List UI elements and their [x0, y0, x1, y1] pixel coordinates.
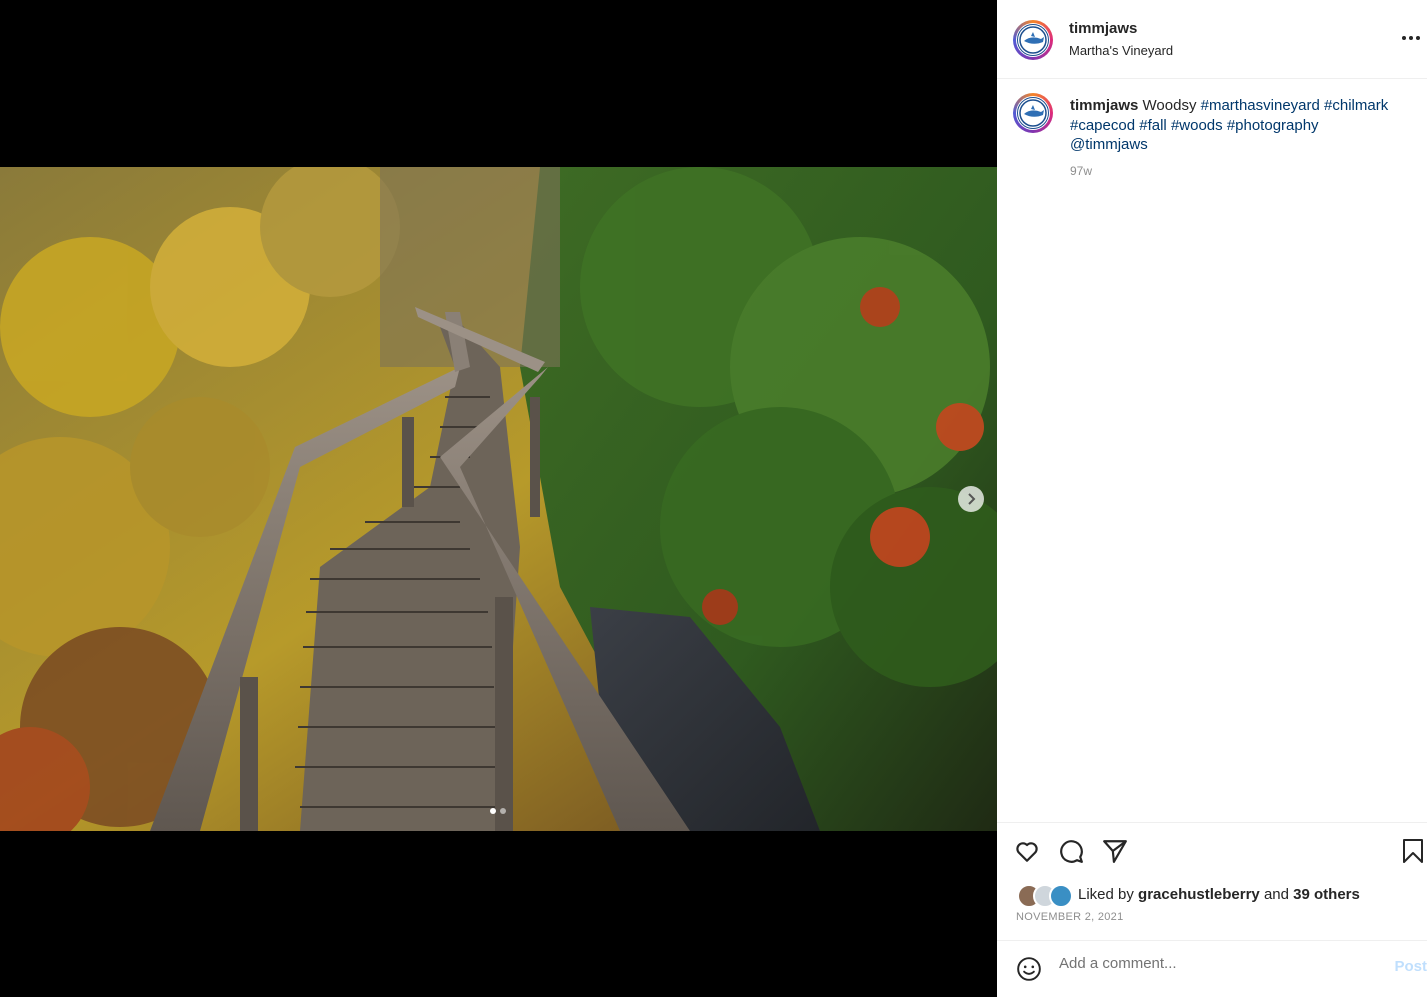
likes-connector: and — [1263, 886, 1289, 903]
post-header: timmjaws Martha's Vineyard — [997, 0, 1427, 79]
shark-logo-icon — [1017, 97, 1049, 129]
author-username[interactable]: timmjaws — [1069, 20, 1137, 37]
post-date[interactable]: NOVEMBER 2, 2021 — [1016, 911, 1124, 923]
like-button[interactable] — [1014, 838, 1040, 869]
shark-logo-icon — [1017, 24, 1049, 56]
liker-avatars[interactable] — [1017, 884, 1073, 908]
caption-username[interactable]: timmjaws — [1070, 97, 1138, 114]
smiley-icon — [1017, 957, 1041, 981]
liker-username[interactable]: gracehustleberry — [1138, 886, 1260, 903]
emoji-button[interactable] — [1016, 956, 1042, 987]
heart-icon — [1016, 842, 1038, 862]
post-photo — [0, 167, 997, 831]
post-comment-button[interactable]: Post — [1394, 958, 1427, 975]
avatar-ring — [1016, 96, 1050, 130]
bookmark-icon — [1403, 839, 1423, 863]
caption-text: Woodsy — [1142, 97, 1197, 114]
more-horizontal-icon — [1402, 36, 1420, 40]
next-photo-button[interactable] — [958, 486, 984, 512]
liker-avatar — [1049, 884, 1073, 908]
more-options-button[interactable] — [1401, 24, 1421, 47]
post-location[interactable]: Martha's Vineyard — [1069, 43, 1173, 58]
save-button[interactable] — [1401, 838, 1425, 869]
caption-timestamp[interactable]: 97w — [1070, 164, 1092, 178]
mention-link[interactable]: @timmjaws — [1070, 136, 1148, 153]
hashtag-link[interactable]: #capecod — [1070, 117, 1135, 134]
likes-prefix: Liked by — [1078, 886, 1134, 903]
carousel-dot — [500, 808, 506, 814]
divider — [997, 822, 1427, 823]
likes-others-link[interactable]: 39 others — [1293, 886, 1360, 903]
post-caption: timmjaws Woodsy #marthasvineyard #chilma… — [1070, 96, 1415, 155]
hashtag-link[interactable]: #fall — [1139, 117, 1167, 134]
comment-icon — [1060, 840, 1083, 863]
chevron-right-icon — [968, 493, 976, 505]
comment-button[interactable] — [1058, 838, 1084, 869]
hashtag-link[interactable]: #marthasvineyard — [1201, 97, 1320, 114]
carousel-indicator — [490, 808, 506, 814]
avatar-ring — [1016, 23, 1050, 57]
post-sidebar: timmjaws Martha's Vineyard timmjaws Wood… — [997, 0, 1427, 997]
media-panel — [0, 0, 997, 997]
likes-summary: Liked by gracehustleberry and 39 others — [1078, 886, 1360, 903]
hashtag-link[interactable]: #photography — [1227, 117, 1319, 134]
caption-avatar[interactable] — [1013, 93, 1053, 133]
comment-input[interactable] — [1059, 955, 1379, 972]
boardwalk-photo — [0, 167, 997, 831]
paper-plane-icon — [1103, 840, 1127, 863]
hashtag-link[interactable]: #chilmark — [1324, 97, 1388, 114]
hashtag-link[interactable]: #woods — [1171, 117, 1223, 134]
carousel-dot-active — [490, 808, 496, 814]
divider — [997, 940, 1427, 941]
share-button[interactable] — [1102, 838, 1128, 869]
author-avatar[interactable] — [1013, 20, 1053, 60]
